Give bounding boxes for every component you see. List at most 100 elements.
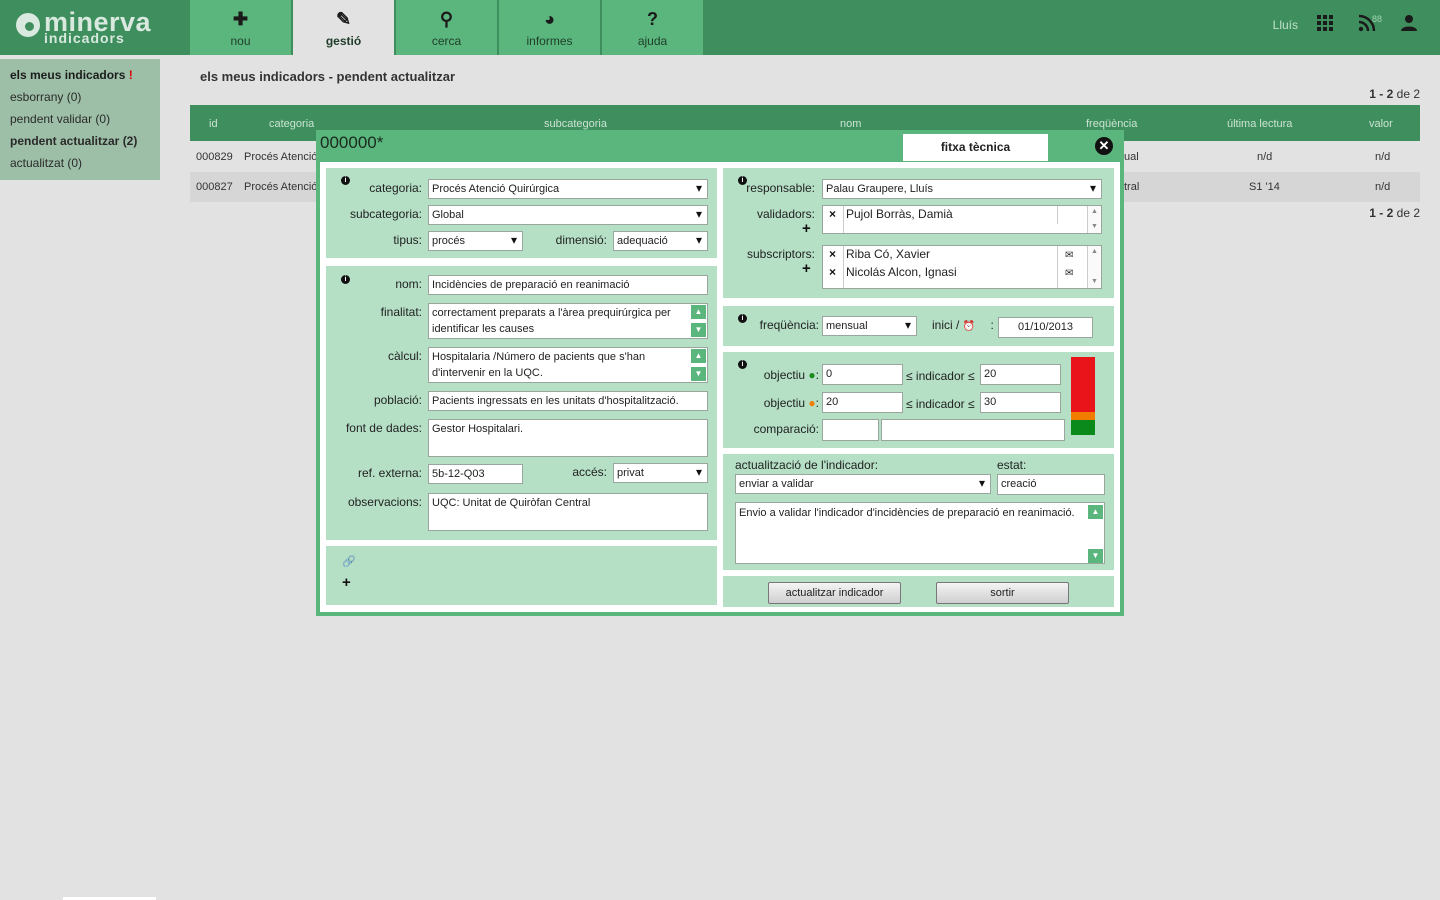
scroll-up-icon[interactable]: ▲	[1088, 505, 1103, 519]
objectiu-green-label: objectiu ●:	[763, 368, 819, 382]
subscribers-scrollbar[interactable]: ▲ ▼	[1087, 246, 1101, 288]
scroll-up-icon[interactable]: ▲	[691, 349, 706, 363]
add-subscriber-icon[interactable]: +	[802, 260, 811, 277]
dimensio-select[interactable]: adequació	[613, 231, 708, 251]
exit-button[interactable]: sortir	[936, 582, 1069, 604]
nav-item-nou[interactable]: ✚ nou	[190, 0, 291, 55]
side-menu-title[interactable]: els meus indicadors !	[0, 68, 160, 90]
details-panel: i nom: Incidències de preparació en rean…	[326, 266, 717, 540]
update-comment-textarea[interactable]: Envio a validar l'indicador d'incidèncie…	[735, 502, 1105, 564]
frequencia-select[interactable]: mensual	[822, 316, 917, 336]
nav-item-cerca[interactable]: ⚲ cerca	[396, 0, 497, 55]
orange-min-input[interactable]: 20	[822, 392, 903, 413]
side-menu-item-esborrany[interactable]: esborrany (0)	[0, 90, 160, 112]
update-action-select[interactable]: enviar a validar	[735, 474, 991, 494]
finalitat-textarea[interactable]: correctament preparats a l'àrea prequirú…	[428, 303, 708, 339]
pager-range: 1 - 2	[1369, 87, 1394, 101]
inici-label-text: inici /	[932, 318, 960, 332]
leq-indicator-label: ≤ indicador ≤	[906, 369, 975, 383]
side-menu-item-pendent-validar[interactable]: pendent validar (0)	[0, 112, 160, 134]
scroll-up-icon[interactable]: ▲	[691, 305, 706, 319]
nav-item-gestio[interactable]: ✎ gestió	[293, 0, 394, 55]
nom-input[interactable]: Incidències de preparació en reanimació	[428, 275, 708, 295]
categoria-select[interactable]: Procés Atenció Quirúrgica	[428, 179, 708, 199]
subscriptors-label: subscriptors:	[746, 247, 815, 261]
side-menu-item-actualitzat[interactable]: actualitzat (0)	[0, 156, 160, 178]
leq-indicator-label: ≤ indicador ≤	[906, 397, 975, 411]
orange-dot-icon: ●	[808, 396, 816, 410]
inici-date-input[interactable]: 01/10/2013	[998, 317, 1093, 338]
column-header-ultima-lectura[interactable]: última lectura	[1227, 118, 1292, 130]
close-icon[interactable]: ✕	[1095, 137, 1113, 155]
comparacio-label: comparació:	[753, 422, 819, 436]
question-icon: ?	[647, 9, 658, 29]
calcul-label: càlcul:	[387, 349, 422, 363]
scroll-down-icon[interactable]: ▼	[691, 367, 706, 381]
subscriber-name: Nicolás Alcon, Ignasi	[846, 265, 957, 279]
frequencia-label: freqüència:	[759, 318, 819, 332]
poblacio-label: població:	[373, 393, 422, 407]
orange-max-input[interactable]: 30	[980, 392, 1061, 413]
gauge-orange-zone	[1071, 412, 1095, 420]
tab-fitxa-tecnica[interactable]: fitxa tècnica	[903, 134, 1048, 161]
mail-icon[interactable]: ✉	[1065, 249, 1073, 262]
people-panel: i responsable: Palau Graupere, Lluís val…	[723, 168, 1114, 298]
add-validator-icon[interactable]: +	[802, 220, 811, 237]
ref-externa-input[interactable]: 5b-12-Q03	[428, 464, 523, 484]
user-icon[interactable]	[1398, 14, 1420, 36]
cell-valor: n/d	[1375, 151, 1391, 163]
pager-top: 1 - 2 de 2	[1369, 87, 1420, 101]
edit-icon: ✎	[335, 9, 352, 29]
nav-item-informes[interactable]: ◕ informes	[499, 0, 600, 55]
add-attachment-icon[interactable]: +	[342, 574, 351, 591]
update-indicator-button[interactable]: actualitzar indicador	[768, 582, 901, 604]
gauge-red-zone	[1071, 357, 1095, 412]
remove-subscriber-icon[interactable]: ×	[829, 248, 836, 261]
remove-validator-icon[interactable]: ×	[829, 208, 836, 221]
scroll-down-icon[interactable]: ▼	[691, 323, 706, 337]
alert-mark: !	[128, 68, 133, 82]
update-panel: actualització de l'indicador: enviar a v…	[723, 454, 1114, 570]
estat-input: creació	[997, 474, 1105, 495]
buttons-panel: actualitzar indicador sortir	[723, 576, 1114, 607]
comparacio-input[interactable]	[822, 419, 879, 441]
column-header-id[interactable]: id	[209, 118, 218, 130]
responsable-select[interactable]: Palau Graupere, Lluís	[822, 179, 1102, 199]
objective-gauge	[1071, 357, 1095, 435]
logo[interactable]: minerva indicadors	[14, 8, 164, 48]
column-header-frequencia[interactable]: freqüència	[1086, 118, 1137, 130]
nav-item-ajuda[interactable]: ? ajuda	[602, 0, 703, 55]
comparacio-text-input[interactable]	[881, 419, 1065, 441]
cell-valor: n/d	[1375, 181, 1391, 193]
mail-icon[interactable]: ✉	[1065, 267, 1073, 280]
poblacio-input[interactable]: Pacients ingressats en les unitats d'hos…	[428, 391, 708, 411]
scroll-down-icon[interactable]: ▼	[1088, 549, 1103, 563]
observacions-label: observacions:	[347, 495, 422, 509]
column-header-subcategoria[interactable]: subcategoria	[544, 118, 607, 130]
subscriptors-list[interactable]: × Riba Có, Xavier ✉ × Nicolás Alcon, Ign…	[822, 245, 1102, 289]
tipus-select[interactable]: procés	[428, 231, 523, 251]
acces-label: accés:	[572, 465, 607, 479]
user-name[interactable]: Lluís	[1273, 18, 1298, 32]
apps-grid-icon[interactable]	[1314, 14, 1336, 36]
column-header-valor[interactable]: valor	[1369, 118, 1393, 130]
calcul-textarea[interactable]: Hospitalaria /Número de pacients que s'h…	[428, 347, 708, 383]
page-title: els meus indicadors - pendent actualitza…	[200, 69, 456, 84]
attachment-icon: 🔗	[342, 556, 356, 568]
subcategoria-select[interactable]: Global	[428, 205, 708, 225]
side-menu-item-pendent-actualitzar[interactable]: pendent actualitzar (2)	[0, 134, 160, 156]
objectiu-text: objectiu	[763, 396, 806, 410]
column-header-nom[interactable]: nom	[840, 118, 861, 130]
font-dades-textarea[interactable]: Gestor Hospitalari.	[428, 419, 708, 457]
validators-scrollbar[interactable]: ▲ ▼	[1087, 206, 1101, 233]
observacions-textarea[interactable]: UQC: Unitat de Quiròfan Central	[428, 493, 708, 531]
column-header-categoria[interactable]: categoria	[269, 118, 314, 130]
validadors-list[interactable]: × Pujol Borràs, Damià ▲ ▼	[822, 205, 1102, 234]
remove-subscriber-icon[interactable]: ×	[829, 266, 836, 279]
green-min-input[interactable]: 0	[822, 364, 903, 385]
acces-select[interactable]: privat	[613, 463, 708, 483]
search-icon: ⚲	[439, 9, 454, 29]
dimensio-label: dimensió:	[555, 233, 607, 247]
green-max-input[interactable]: 20	[980, 364, 1061, 385]
ref-externa-label: ref. externa:	[357, 466, 422, 480]
